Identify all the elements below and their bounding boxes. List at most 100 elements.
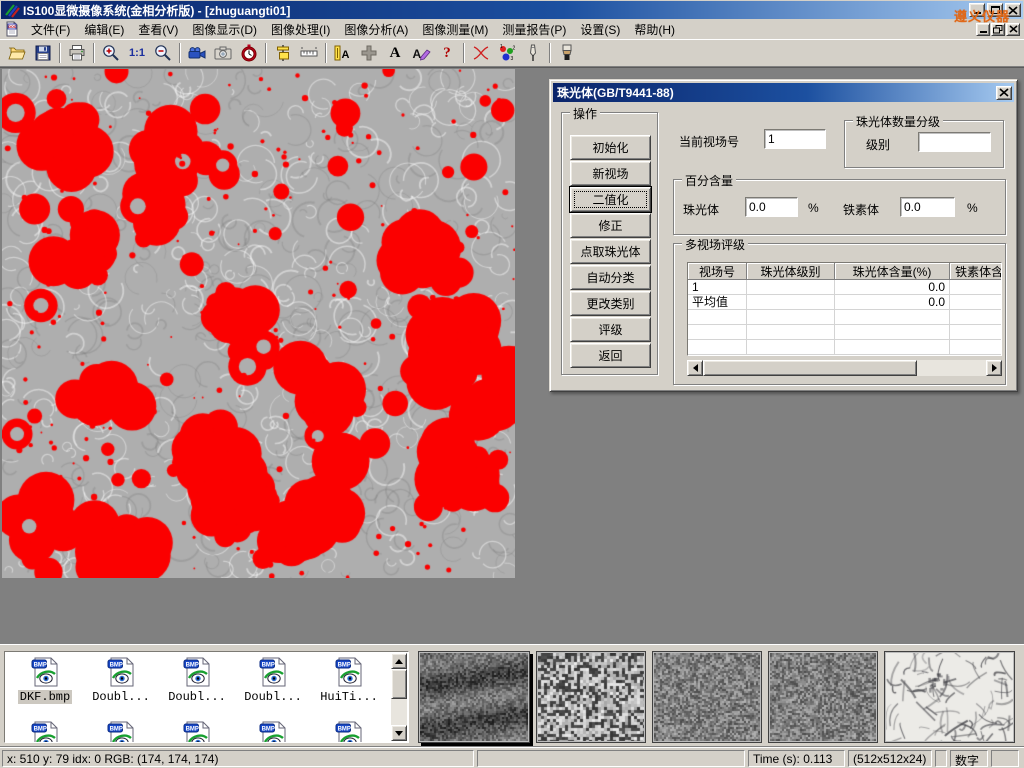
percent-input-0[interactable]: 0.0: [745, 197, 798, 217]
scroll-right-button[interactable]: [986, 360, 1002, 376]
scroll-left-button[interactable]: [687, 360, 703, 376]
toolbar-stopwatch-button[interactable]: [236, 41, 262, 65]
current-field-input[interactable]: 1: [764, 129, 826, 149]
hscroll-thumb[interactable]: [703, 360, 917, 376]
file-item-1[interactable]: BMPDoubl...: [83, 656, 159, 704]
toolbar-separator: [59, 43, 61, 63]
table-hscrollbar[interactable]: [687, 360, 1002, 376]
dialog-titlebar[interactable]: 珠光体(GB/T9441-88): [553, 83, 1014, 102]
table-col-header-2[interactable]: 珠光体含量(%): [835, 263, 950, 280]
grade-input[interactable]: [918, 132, 991, 152]
toolbar-zoom-out-button[interactable]: [150, 41, 176, 65]
vscroll-thumb[interactable]: [391, 669, 407, 699]
thumbnail-2[interactable]: [536, 651, 646, 743]
child-minimize-button[interactable]: [976, 23, 990, 36]
toolbar-curve-tool-button[interactable]: [468, 41, 494, 65]
scroll-down-button[interactable]: [391, 725, 407, 741]
toolbar-measure-text-button[interactable]: A: [330, 41, 356, 65]
vscroll-track[interactable]: [391, 699, 407, 725]
file-item-3[interactable]: BMPDoubl...: [235, 656, 311, 704]
menu-item-image-display[interactable]: 图像显示(D): [185, 19, 264, 40]
percent-input-1[interactable]: 0.0: [900, 197, 955, 217]
menu-item-view[interactable]: 查看(V): [131, 19, 185, 40]
hscroll-track[interactable]: [917, 360, 986, 376]
operation-button-5[interactable]: 自动分类: [570, 265, 651, 290]
table-row-0[interactable]: 10.0: [688, 280, 1001, 295]
thumbnail-4[interactable]: [768, 651, 878, 743]
file-item-4[interactable]: BMPHuiTi...: [311, 656, 387, 704]
toolbar-count-points-button[interactable]: 123: [494, 41, 520, 65]
operation-button-3[interactable]: 修正: [570, 213, 651, 238]
operation-button-1[interactable]: 新视场: [570, 161, 651, 186]
toolbar-separator: [463, 43, 465, 63]
menu-item-image-analysis[interactable]: 图像分析(A): [337, 19, 415, 40]
svg-text:BMP: BMP: [338, 663, 351, 669]
table-row-1[interactable]: 平均值0.0: [688, 295, 1001, 310]
operation-button-6[interactable]: 更改类别: [570, 291, 651, 316]
toolbar-video-camera-button[interactable]: [184, 41, 210, 65]
menu-item-settings[interactable]: 设置(S): [573, 19, 627, 40]
child-restore-icon: [993, 25, 1003, 34]
operation-button-0[interactable]: 初始化: [570, 135, 651, 160]
operation-button-7[interactable]: 评级: [570, 317, 651, 342]
maximize-button[interactable]: [987, 3, 1003, 17]
file-item-2[interactable]: BMPDoubl...: [159, 656, 235, 704]
file-browser: BMPDKF.bmpBMPDoubl...BMPDoubl...BMPDoubl…: [4, 651, 409, 743]
toolbar-separator: [265, 43, 267, 63]
menu-item-measure-report[interactable]: 测量报告(P): [495, 19, 573, 40]
scroll-up-button[interactable]: [391, 653, 407, 669]
pearlite-dialog: 珠光体(GB/T9441-88) 操作 初始化新视场二值化修正点取珠光体自动分类…: [549, 79, 1018, 392]
operation-button-8[interactable]: 返回: [570, 343, 651, 368]
toolbar-caliper-button[interactable]: [270, 41, 296, 65]
file-item-partial-0[interactable]: BMP: [7, 720, 83, 743]
toolbar-save-button[interactable]: [30, 41, 56, 65]
toolbar-text-button[interactable]: A: [382, 41, 408, 65]
menu-item-image-processing[interactable]: 图像处理(I): [264, 19, 337, 40]
table-cell-1-0: 平均值: [688, 295, 747, 310]
operation-button-4[interactable]: 点取珠光体: [570, 239, 651, 264]
toolbar-help-button[interactable]: ?: [434, 41, 460, 65]
toolbar-move-cross-button[interactable]: [356, 41, 382, 65]
thumbnail-3[interactable]: [652, 651, 762, 743]
statusbar-spacer-3: [991, 750, 1019, 767]
operation-group-label: 操作: [570, 105, 600, 122]
toolbar-zoom-in-button[interactable]: [98, 41, 124, 65]
toolbar-print-button[interactable]: [64, 41, 90, 65]
menu-item-edit[interactable]: 编辑(E): [77, 19, 131, 40]
toolbar-actual-size-button[interactable]: 1:1: [124, 41, 150, 65]
table-col-header-1[interactable]: 珠光体级别: [747, 263, 835, 280]
close-button[interactable]: [1005, 3, 1021, 17]
file-item-partial-1[interactable]: BMP: [83, 720, 159, 743]
table-row-4[interactable]: [688, 340, 1001, 355]
table-col-header-0[interactable]: 视场号: [688, 263, 747, 280]
operation-group: 操作 初始化新视场二值化修正点取珠光体自动分类更改类别评级返回: [561, 112, 658, 375]
statusbar-spacer-2: [935, 750, 947, 767]
toolbar-paint-brush-button[interactable]: [554, 41, 580, 65]
thumbnail-5[interactable]: [884, 651, 1015, 743]
multi-field-table[interactable]: 视场号珠光体级别珠光体含量(%)铁素体含量(%)10.0平均值0.0: [687, 262, 1002, 356]
operation-button-2[interactable]: 二值化: [570, 187, 651, 212]
file-item-partial-4[interactable]: BMP: [311, 720, 387, 743]
minimize-button[interactable]: [969, 3, 985, 17]
toolbar-camera-button[interactable]: [210, 41, 236, 65]
file-item-partial-2[interactable]: BMP: [159, 720, 235, 743]
table-col-header-3[interactable]: 铁素体含量(%): [950, 263, 1002, 280]
file-list-vscrollbar[interactable]: [391, 653, 407, 741]
toolbar-text-edit-button[interactable]: A: [408, 41, 434, 65]
filmstrip: BMPDKF.bmpBMPDoubl...BMPDoubl...BMPDoubl…: [0, 644, 1024, 746]
menu-item-help[interactable]: 帮助(H): [627, 19, 682, 40]
dialog-close-button[interactable]: [996, 86, 1012, 100]
table-row-3[interactable]: [688, 325, 1001, 340]
toolbar-open-folder-button[interactable]: [4, 41, 30, 65]
file-item-partial-3[interactable]: BMP: [235, 720, 311, 743]
main-image[interactable]: [2, 69, 515, 578]
menu-item-image-measure[interactable]: 图像测量(M): [415, 19, 495, 40]
menu-item-file[interactable]: 文件(F): [24, 19, 77, 40]
child-close-button[interactable]: [1006, 23, 1020, 36]
child-restore-button[interactable]: [991, 23, 1005, 36]
toolbar-ruler-button[interactable]: [296, 41, 322, 65]
thumbnail-1[interactable]: [418, 651, 530, 743]
table-row-2[interactable]: [688, 310, 1001, 325]
toolbar-probe-pen-button[interactable]: [520, 41, 546, 65]
file-item-0[interactable]: BMPDKF.bmp: [7, 656, 83, 704]
